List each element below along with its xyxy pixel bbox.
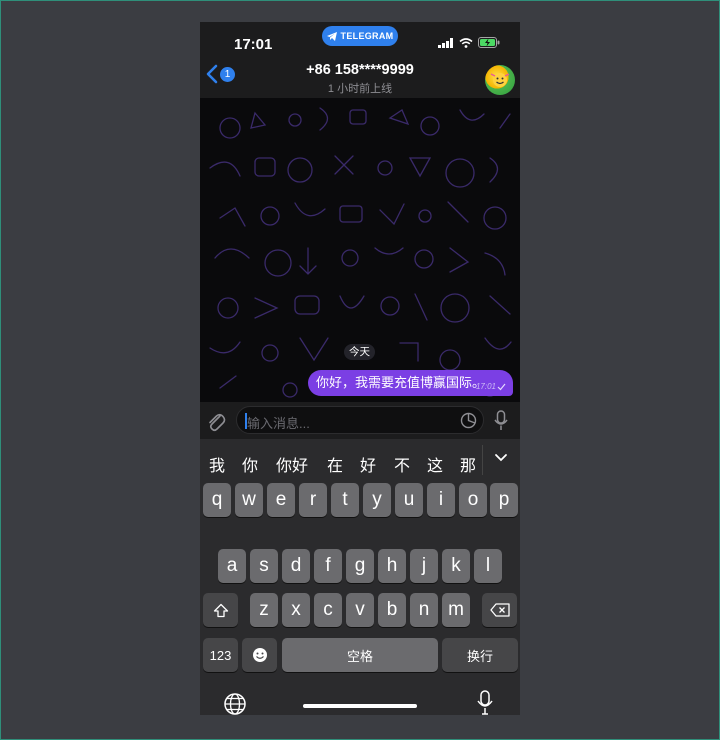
candidate-divider [482, 445, 483, 475]
key-b[interactable]: b [378, 593, 406, 627]
telegram-pill[interactable]: TELEGRAM [322, 26, 398, 46]
key-x[interactable]: x [282, 593, 310, 627]
message-input[interactable]: 输入消息... [236, 406, 484, 434]
message-time: 17:01 [475, 382, 496, 391]
back-button[interactable]: 1 [206, 64, 235, 84]
candidate-7[interactable]: 这 [427, 452, 443, 476]
status-time: 17:01 [234, 36, 273, 53]
candidate-1[interactable]: 我 [209, 452, 225, 476]
signal-icon [438, 37, 453, 48]
telegram-plane-icon [326, 31, 337, 41]
sticker-icon[interactable] [460, 412, 477, 429]
home-indicator[interactable] [303, 704, 417, 708]
key-m[interactable]: m [442, 593, 470, 627]
avatar-emoji-icon [490, 73, 510, 87]
key-n[interactable]: n [410, 593, 438, 627]
key-c[interactable]: c [314, 593, 342, 627]
chevron-down-icon[interactable] [494, 453, 508, 463]
chat-header: 1 +86 158****9999 1 小时前上线 [200, 58, 520, 98]
shift-key[interactable] [203, 593, 238, 627]
key-t[interactable]: t [331, 483, 359, 517]
key-w[interactable]: w [235, 483, 263, 517]
key-y[interactable]: y [363, 483, 391, 517]
candidate-3[interactable]: 你好 [276, 452, 308, 476]
backspace-icon [489, 603, 510, 617]
chevron-left-icon [206, 64, 218, 84]
date-separator: 今天 [344, 344, 375, 360]
key-q[interactable]: q [203, 483, 231, 517]
key-i[interactable]: i [427, 483, 455, 517]
key-g[interactable]: g [346, 549, 374, 583]
emoji-icon [252, 648, 267, 662]
key-d[interactable]: d [282, 549, 310, 583]
delete-key[interactable] [482, 593, 517, 627]
dictation-mic-icon[interactable] [477, 690, 493, 715]
key-e[interactable]: e [267, 483, 295, 517]
shift-icon [213, 603, 228, 617]
candidate-4[interactable]: 在 [327, 452, 343, 476]
key-z[interactable]: z [250, 593, 278, 627]
candidate-bar: 我 你 你好 在 好 不 这 那 [200, 439, 520, 483]
key-s[interactable]: s [250, 549, 278, 583]
key-f[interactable]: f [314, 549, 342, 583]
key-r[interactable]: r [299, 483, 327, 517]
space-key[interactable]: 空格 [282, 638, 438, 672]
key-p[interactable]: p [490, 483, 518, 517]
key-a[interactable]: a [218, 549, 246, 583]
paperclip-icon[interactable] [206, 410, 226, 432]
globe-icon[interactable] [223, 692, 247, 715]
message-input-bar: 输入消息... [200, 402, 520, 439]
key-j[interactable]: j [410, 549, 438, 583]
chat-area[interactable]: 今天 你好，我需要充值博赢国际。 17:01 [200, 98, 520, 402]
key-o[interactable]: o [459, 483, 487, 517]
key-h[interactable]: h [378, 549, 406, 583]
candidate-6[interactable]: 不 [394, 452, 410, 476]
candidate-2[interactable]: 你 [242, 452, 258, 476]
key-k[interactable]: k [442, 549, 470, 583]
outgoing-message-bubble[interactable]: 你好，我需要充值博赢国际。 17:01 [307, 370, 513, 396]
key-l[interactable]: l [474, 549, 502, 583]
voice-record-mic-icon[interactable] [494, 410, 508, 432]
emoji-key[interactable] [242, 638, 277, 672]
key-v[interactable]: v [346, 593, 374, 627]
unread-badge: 1 [220, 66, 235, 82]
phone-screen: 17:01 TELEGRAM 1 +86 158****9999 1 小时前上线… [200, 22, 520, 715]
contact-last-seen: 1 小时前上线 [327, 83, 393, 95]
wifi-icon [459, 37, 473, 48]
key-u[interactable]: u [395, 483, 423, 517]
message-input-placeholder: 输入消息... [247, 416, 310, 431]
contact-name[interactable]: +86 158****9999 [260, 62, 460, 78]
candidate-5[interactable]: 好 [360, 452, 376, 476]
sent-check-icon [497, 383, 506, 391]
message-text: 你好，我需要充值博赢国际。 [315, 375, 485, 390]
message-meta: 17:01 [476, 382, 506, 392]
battery-charging-icon [478, 37, 500, 48]
contact-avatar[interactable] [485, 65, 515, 95]
numbers-key[interactable]: 123 [203, 638, 238, 672]
return-key[interactable]: 换行 [442, 638, 518, 672]
ios-keyboard: 我 你 你好 在 好 不 这 那 q w e r t y u i o p a s… [200, 439, 520, 715]
status-icons [438, 37, 500, 48]
candidate-8[interactable]: 那 [460, 452, 476, 476]
telegram-pill-label: TELEGRAM [340, 31, 394, 41]
